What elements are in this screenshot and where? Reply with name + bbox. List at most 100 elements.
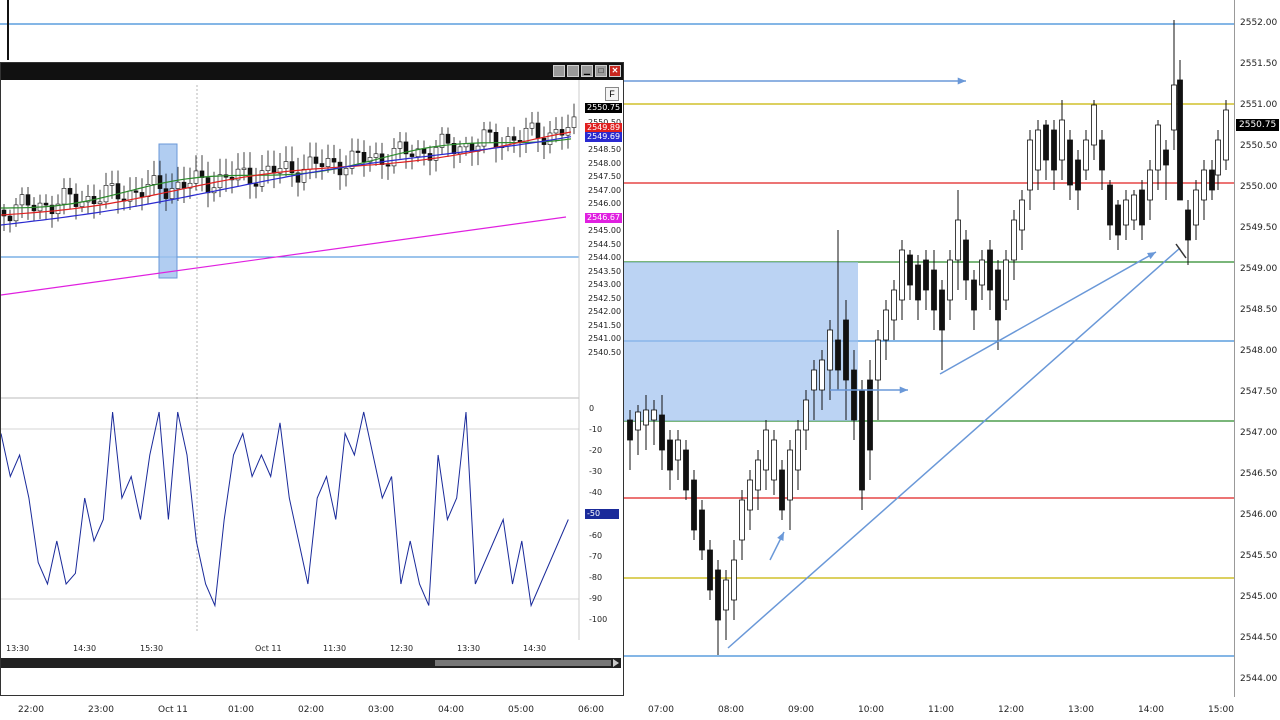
panel-button[interactable]: F <box>605 87 619 101</box>
sub-candle-body <box>511 136 517 141</box>
candle-body <box>971 279 977 311</box>
osc-tick: -90 <box>589 594 603 603</box>
sub-chart-window[interactable]: ▁ □ ✕ F 2550.502549.002548.502548.002547… <box>0 62 624 696</box>
maximize-icon[interactable]: □ <box>595 65 607 77</box>
sub-price-tick: 2544.00 <box>588 253 622 262</box>
close-icon[interactable]: ✕ <box>609 65 621 77</box>
main-time-axis: 22:00 23:00 Oct 11 01:00 02:00 03:00 04:00 05:0… <box>0 697 1280 720</box>
sub-candle-body <box>67 188 73 195</box>
candle-body <box>1011 219 1017 261</box>
sub-price-tick: 2547.00 <box>588 185 622 195</box>
candle-body <box>851 369 857 421</box>
sub-candle-body <box>487 129 493 133</box>
candle-body <box>955 219 961 261</box>
scrollbar-thumb[interactable] <box>435 660 611 666</box>
osc-tick: -10 <box>589 425 603 434</box>
oscillator <box>1 411 569 608</box>
sub-candle-body <box>331 158 337 163</box>
time-tick: 11:00 <box>928 705 954 715</box>
sub-candle-body <box>157 175 163 189</box>
sub-candle-body <box>301 168 307 183</box>
trend-line-short <box>939 251 1157 375</box>
sub-candle-body <box>493 132 499 148</box>
time-tick: 08:00 <box>718 705 744 715</box>
sub-candle-body <box>175 181 181 189</box>
time-tick: 23:00 <box>88 705 114 715</box>
candle-body <box>707 549 713 591</box>
time-tick: 03:00 <box>368 705 394 715</box>
tile-icon[interactable] <box>567 65 579 77</box>
sub-candle-body <box>163 188 169 199</box>
sub-candle-body <box>307 156 313 170</box>
highlight-bar <box>158 143 178 279</box>
arrow-right-top-head <box>957 77 966 85</box>
candle-body <box>675 439 681 461</box>
sub-candle-body <box>25 194 31 206</box>
osc-tick: -60 <box>589 531 603 540</box>
main-price-tick: 2547.50 <box>1240 387 1278 397</box>
sub-price-tick: 2541.50 <box>588 320 622 330</box>
main-price-tick: 2544.50 <box>1240 633 1278 643</box>
osc-tick: -70 <box>589 552 603 561</box>
main-price-tick: 2548.50 <box>1240 305 1278 315</box>
sub-time-tick: 13:30 <box>457 644 481 653</box>
candle-body <box>1067 139 1073 186</box>
candle-body <box>995 269 1001 321</box>
time-tick: 14:00 <box>1138 705 1164 715</box>
sub-window-titlebar[interactable]: ▁ □ ✕ <box>1 63 623 80</box>
candle-body <box>1019 199 1025 231</box>
candle-body <box>835 339 841 371</box>
candle-body <box>747 479 753 511</box>
candle-body <box>811 369 817 391</box>
sub-candle-body <box>31 204 37 212</box>
main-price-tick: 2549.50 <box>1240 223 1278 233</box>
main-price-tick: 2544.00 <box>1240 674 1278 684</box>
sub-candle-body <box>355 150 361 153</box>
candle-body <box>691 479 697 531</box>
sub-candle-body <box>325 158 331 167</box>
candle-body <box>1223 109 1229 161</box>
oscillator-value-tag: -50 <box>585 509 619 519</box>
sub-time-tick: Oct 11 <box>255 644 282 653</box>
candle-body <box>939 289 945 331</box>
restore-icon[interactable] <box>553 65 565 77</box>
time-tick: Oct 11 <box>158 705 188 715</box>
time-tick: 02:00 <box>298 705 324 715</box>
sub-scrollbar[interactable] <box>1 658 621 668</box>
time-tick: 04:00 <box>438 705 464 715</box>
main-axis-divider <box>1234 0 1235 697</box>
candle-body <box>1171 84 1177 131</box>
time-tick: 07:00 <box>648 705 674 715</box>
candle-body <box>827 329 833 371</box>
sub-candle-body <box>343 168 349 176</box>
main-price-tick: 2545.50 <box>1240 551 1278 561</box>
sub-candles <box>1 103 577 233</box>
main-price-tick: 2546.00 <box>1240 510 1278 520</box>
candle-body <box>923 259 929 291</box>
candle-body <box>1193 189 1199 226</box>
candle-body <box>899 249 905 301</box>
candle-body <box>1091 104 1097 146</box>
main-price-tick: 2549.00 <box>1240 264 1278 274</box>
sub-candle-body <box>19 194 25 206</box>
osc-tick: 0 <box>589 404 595 413</box>
scroll-right-icon[interactable] <box>613 659 619 667</box>
oscillator-line <box>1 411 569 608</box>
sub-candle-body <box>397 141 403 149</box>
sub-price-tick: 2543.50 <box>588 266 622 276</box>
sub-price-chart[interactable] <box>1 80 623 695</box>
osc-tick: -40 <box>589 488 603 497</box>
candle-body <box>659 414 665 451</box>
sub-candle-body <box>283 161 289 169</box>
candle-body <box>1107 184 1113 226</box>
arrow-right-mid-head <box>899 386 908 394</box>
candle-body <box>731 559 737 601</box>
sub-candle-body <box>61 188 67 205</box>
sub-price-tick: 2546.00 <box>588 199 622 208</box>
minimize-icon[interactable]: ▁ <box>581 65 593 77</box>
candle-body <box>883 309 889 341</box>
candle-body <box>1155 124 1161 171</box>
main-price-tick: 2551.00 <box>1240 100 1278 110</box>
sub-time-tick: 13:30 <box>6 644 30 653</box>
candle-body <box>723 579 729 611</box>
